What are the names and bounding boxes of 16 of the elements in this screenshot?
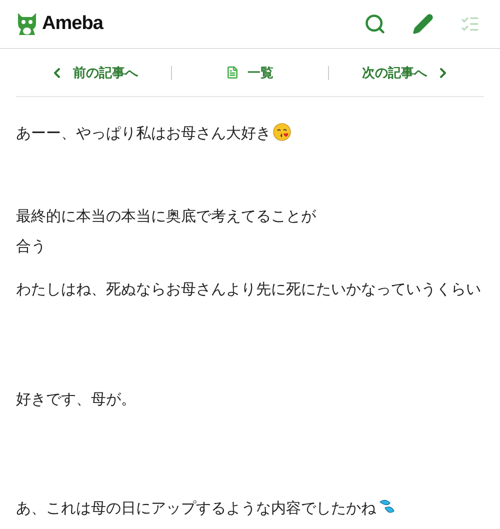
next-article-link[interactable]: 次の記事へ xyxy=(328,62,484,82)
article-paragraph: あーー、やっぱり私はお母さん大好き xyxy=(16,119,484,149)
article-paragraph: 好きです、母が。 xyxy=(16,390,137,410)
logo-text[interactable]: Ameba xyxy=(42,10,103,38)
article-paragraph: 合う xyxy=(16,237,47,257)
article-paragraph: 最終的に本当の本当に奥底で考えてることが xyxy=(16,207,317,227)
article-list-link[interactable]: 一覧 xyxy=(172,62,328,82)
logo-icon xyxy=(16,12,38,36)
previous-article-link[interactable]: 前の記事へ xyxy=(16,62,172,82)
search-icon[interactable] xyxy=(364,13,386,35)
document-icon xyxy=(226,66,240,79)
pencil-icon[interactable] xyxy=(412,13,434,35)
article-paragraph: わたしはね、死ぬならお母さんより先に死にたいかなっていうくらい xyxy=(16,280,482,300)
sweat-drops-icon xyxy=(378,498,396,516)
kissing-face-icon xyxy=(273,123,291,141)
article-paragraph: あ、これは母の日にアップするような内容でしたかね xyxy=(16,494,484,524)
